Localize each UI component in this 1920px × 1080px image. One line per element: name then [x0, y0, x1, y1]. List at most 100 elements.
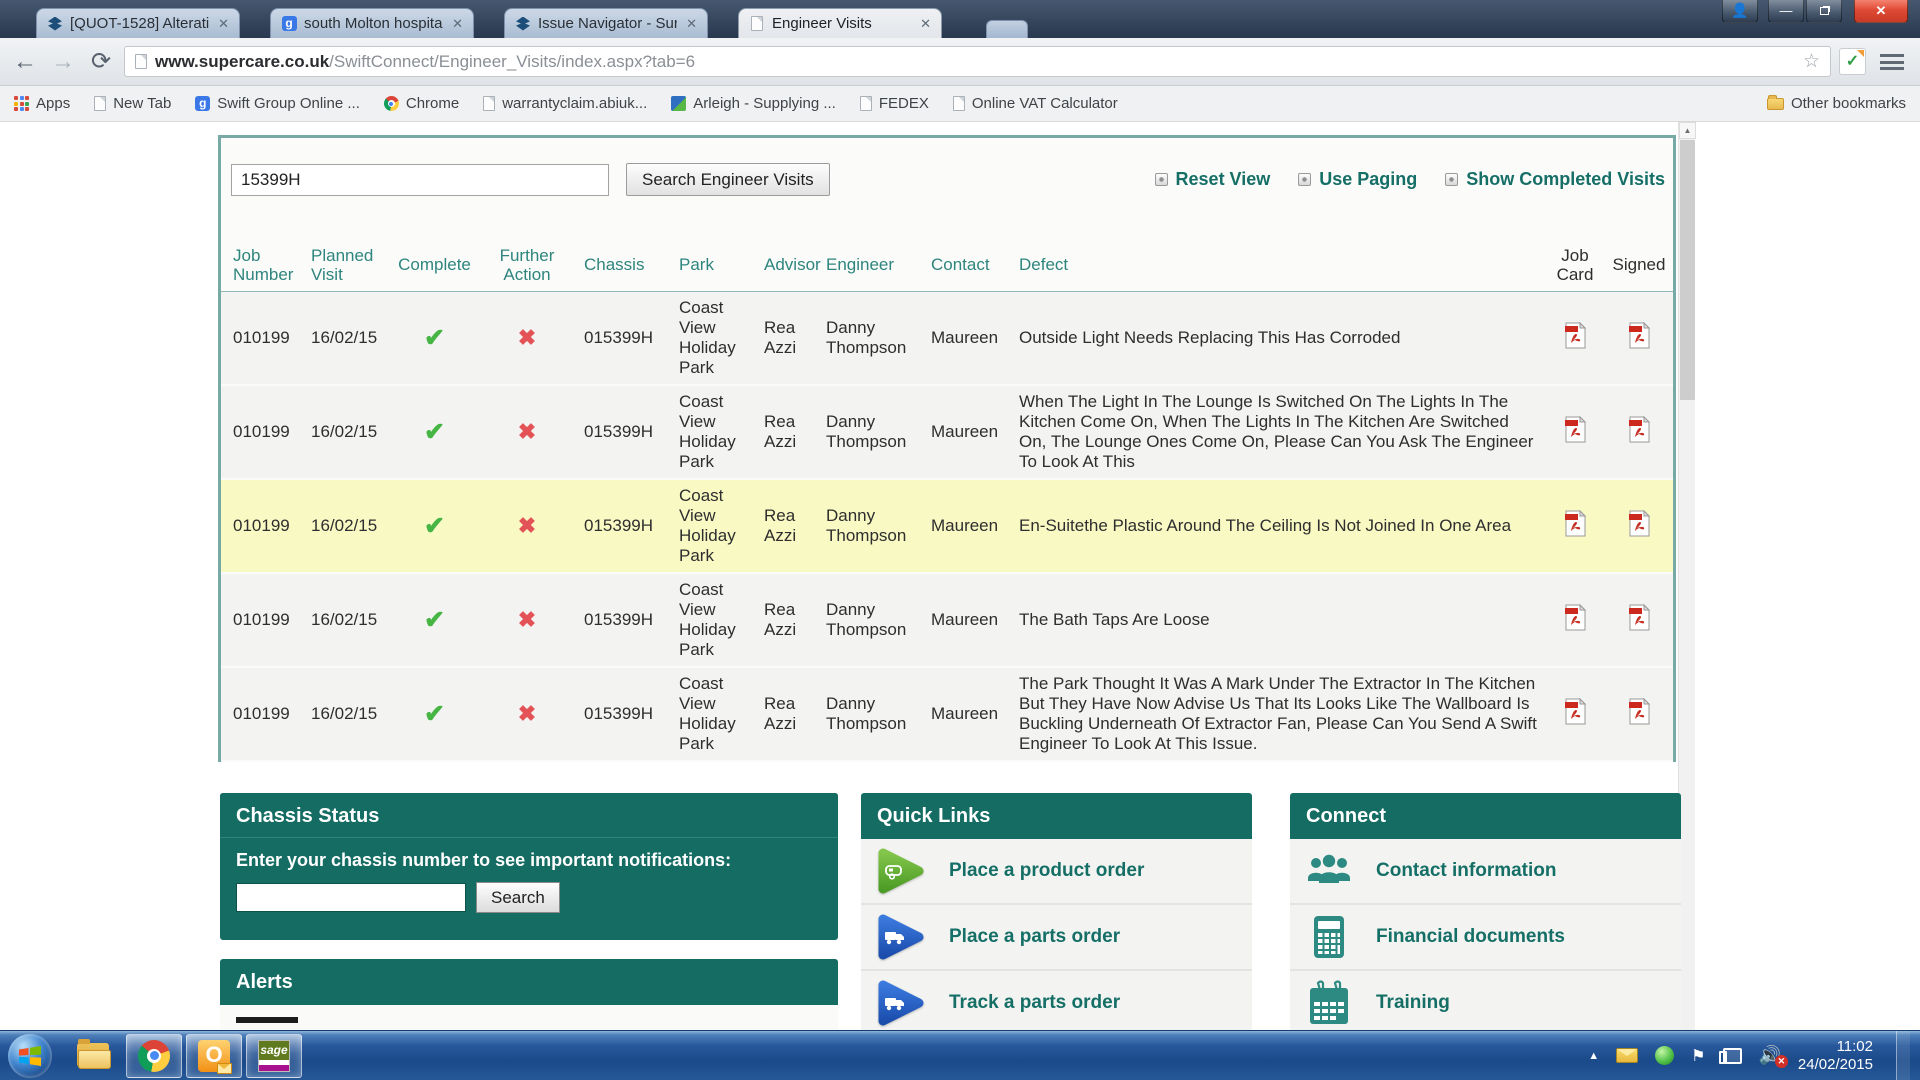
connect-contact-information[interactable]: Contact information [1290, 839, 1681, 905]
google-icon: g [195, 96, 210, 111]
toggle-square-icon [1298, 173, 1311, 186]
bookmark-vat-calculator[interactable]: Online VAT Calculator [953, 95, 1118, 112]
reload-icon[interactable]: ⟳ [86, 47, 116, 76]
minimize-button[interactable]: — [1768, 0, 1804, 23]
job-number: 010199 [221, 416, 299, 448]
taskbar-clock[interactable]: 11:02 24/02/2015 [1798, 1038, 1879, 1074]
col-contact[interactable]: Contact [919, 249, 1007, 280]
profile-button[interactable]: 👤 [1722, 0, 1758, 23]
tab-close-icon[interactable]: ✕ [216, 16, 231, 32]
mail-tray-icon[interactable] [1616, 1048, 1638, 1063]
signed-pdf-icon[interactable] [1605, 504, 1673, 548]
planned-visit: 16/02/15 [299, 322, 387, 354]
taskbar-outlook-button[interactable]: O [186, 1034, 242, 1078]
page-icon [483, 96, 495, 111]
col-advisor[interactable]: Advisor [752, 249, 814, 280]
clock-date: 24/02/2015 [1798, 1056, 1873, 1074]
bookmark-label: New Tab [113, 95, 171, 112]
url-text[interactable]: www.supercare.co.uk/SwiftConnect/Enginee… [155, 52, 1795, 72]
chassis-prompt: Enter your chassis number to see importa… [236, 850, 822, 871]
col-further-action[interactable]: Further Action [482, 240, 572, 290]
bookmark-warrantyclaim[interactable]: warrantyclaim.abiuk... [483, 95, 647, 112]
taskbar-explorer-button[interactable] [66, 1034, 122, 1078]
tab-engineer-visits[interactable]: Engineer Visits ✕ [738, 8, 942, 38]
forward-icon[interactable]: → [48, 48, 78, 76]
signed-pdf-icon[interactable] [1605, 410, 1673, 454]
connect-training[interactable]: Training [1290, 971, 1681, 1030]
tab-close-icon[interactable]: ✕ [450, 16, 465, 32]
col-park[interactable]: Park [667, 249, 752, 280]
quick-link-parts-order[interactable]: Place a parts order [861, 905, 1252, 971]
menu-icon[interactable] [1880, 54, 1904, 70]
restore-button[interactable] [1806, 0, 1842, 23]
tab-google-search[interactable]: g south Molton hospital - G ✕ [270, 8, 474, 38]
planned-visit: 16/02/15 [299, 416, 387, 448]
sage-icon: sage [258, 1040, 290, 1072]
table-row: 010199 16/02/15 ✔ ✖ 015399H Coast View H… [221, 292, 1673, 386]
chassis-number-input[interactable] [236, 883, 466, 912]
quick-link-product-order[interactable]: Place a product order [861, 839, 1252, 905]
close-button[interactable]: ✕ [1854, 0, 1908, 23]
job-card-pdf-icon[interactable] [1545, 410, 1605, 454]
start-button[interactable] [8, 1034, 52, 1078]
network-icon[interactable] [1723, 1048, 1742, 1064]
new-tab-button[interactable] [986, 20, 1028, 38]
col-defect[interactable]: Defect [1007, 249, 1545, 280]
tab-strip: [QUOT-1528] Alterations t ✕ g south Molt… [36, 8, 1028, 38]
job-card-pdf-icon[interactable] [1545, 316, 1605, 360]
quick-link-track-order[interactable]: Track a parts order [861, 971, 1252, 1030]
scrollbar-thumb[interactable] [1680, 140, 1695, 400]
url-bar[interactable]: www.supercare.co.uk/SwiftConnect/Enginee… [124, 46, 1831, 77]
connect-link-label: Training [1376, 992, 1450, 1014]
col-chassis[interactable]: Chassis [572, 249, 667, 280]
other-bookmarks-button[interactable]: Other bookmarks [1767, 95, 1906, 112]
volume-muted-icon[interactable]: 🔊✕ [1759, 1045, 1781, 1066]
connect-financial-documents[interactable]: Financial documents [1290, 905, 1681, 971]
tray-expand-icon[interactable]: ▲ [1588, 1050, 1599, 1062]
job-card-pdf-icon[interactable] [1545, 504, 1605, 548]
tab-issue-navigator[interactable]: Issue Navigator - Surfbay ✕ [504, 8, 708, 38]
defect-text: The Park Thought It Was A Mark Under The… [1007, 668, 1545, 760]
job-card-pdf-icon[interactable] [1545, 598, 1605, 642]
scroll-up-icon[interactable]: ▲ [1679, 122, 1696, 139]
tab-close-icon[interactable]: ✕ [918, 16, 933, 32]
taskbar-sage-button[interactable]: sage [246, 1034, 302, 1078]
table-row: 010199 16/02/15 ✔ ✖ 015399H Coast View H… [221, 386, 1673, 480]
tab-close-icon[interactable]: ✕ [684, 16, 699, 32]
search-input[interactable] [231, 164, 609, 196]
job-number: 010199 [221, 510, 299, 542]
extension-check-icon[interactable]: ✓ [1839, 48, 1866, 75]
show-completed-visits-link[interactable]: Show Completed Visits [1445, 169, 1665, 190]
bookmark-fedex[interactable]: FEDEX [860, 95, 929, 112]
bookmark-arleigh[interactable]: Arleigh - Supplying ... [671, 95, 836, 112]
show-desktop-button[interactable] [1896, 1031, 1910, 1080]
bookmark-new-tab[interactable]: New Tab [94, 95, 171, 112]
signed-pdf-icon[interactable] [1605, 598, 1673, 642]
status-orb-icon[interactable] [1655, 1046, 1674, 1065]
action-center-flag-icon[interactable]: ⚑ [1691, 1046, 1705, 1066]
col-job-number[interactable]: Job Number [221, 240, 299, 290]
bookmark-apps[interactable]: Apps [14, 95, 70, 112]
contact-name: Maureen [919, 698, 1007, 730]
toggle-square-icon [1445, 173, 1458, 186]
signed-pdf-icon[interactable] [1605, 692, 1673, 736]
bookmark-swift-group[interactable]: gSwift Group Online ... [195, 95, 360, 112]
site-icon [671, 96, 686, 111]
reset-view-link[interactable]: Reset View [1155, 169, 1271, 190]
signed-pdf-icon[interactable] [1605, 316, 1673, 360]
taskbar-chrome-button[interactable] [126, 1034, 182, 1078]
bookmark-chrome[interactable]: Chrome [384, 95, 459, 112]
col-complete[interactable]: Complete [387, 249, 482, 280]
tab-quot-1528[interactable]: [QUOT-1528] Alterations t ✕ [36, 8, 240, 38]
search-engineer-visits-button[interactable]: Search Engineer Visits [626, 163, 830, 196]
chassis-search-button[interactable]: Search [476, 882, 560, 913]
url-domain: www.supercare.co.uk [155, 52, 329, 71]
col-engineer[interactable]: Engineer [814, 249, 919, 280]
link-label: Show Completed Visits [1466, 169, 1665, 190]
bookmark-star-icon[interactable]: ☆ [1803, 50, 1820, 73]
col-planned-visit[interactable]: Planned Visit [299, 240, 387, 290]
use-paging-link[interactable]: Use Paging [1298, 169, 1417, 190]
page-icon [953, 96, 965, 111]
back-icon[interactable]: ← [10, 48, 40, 76]
job-card-pdf-icon[interactable] [1545, 692, 1605, 736]
